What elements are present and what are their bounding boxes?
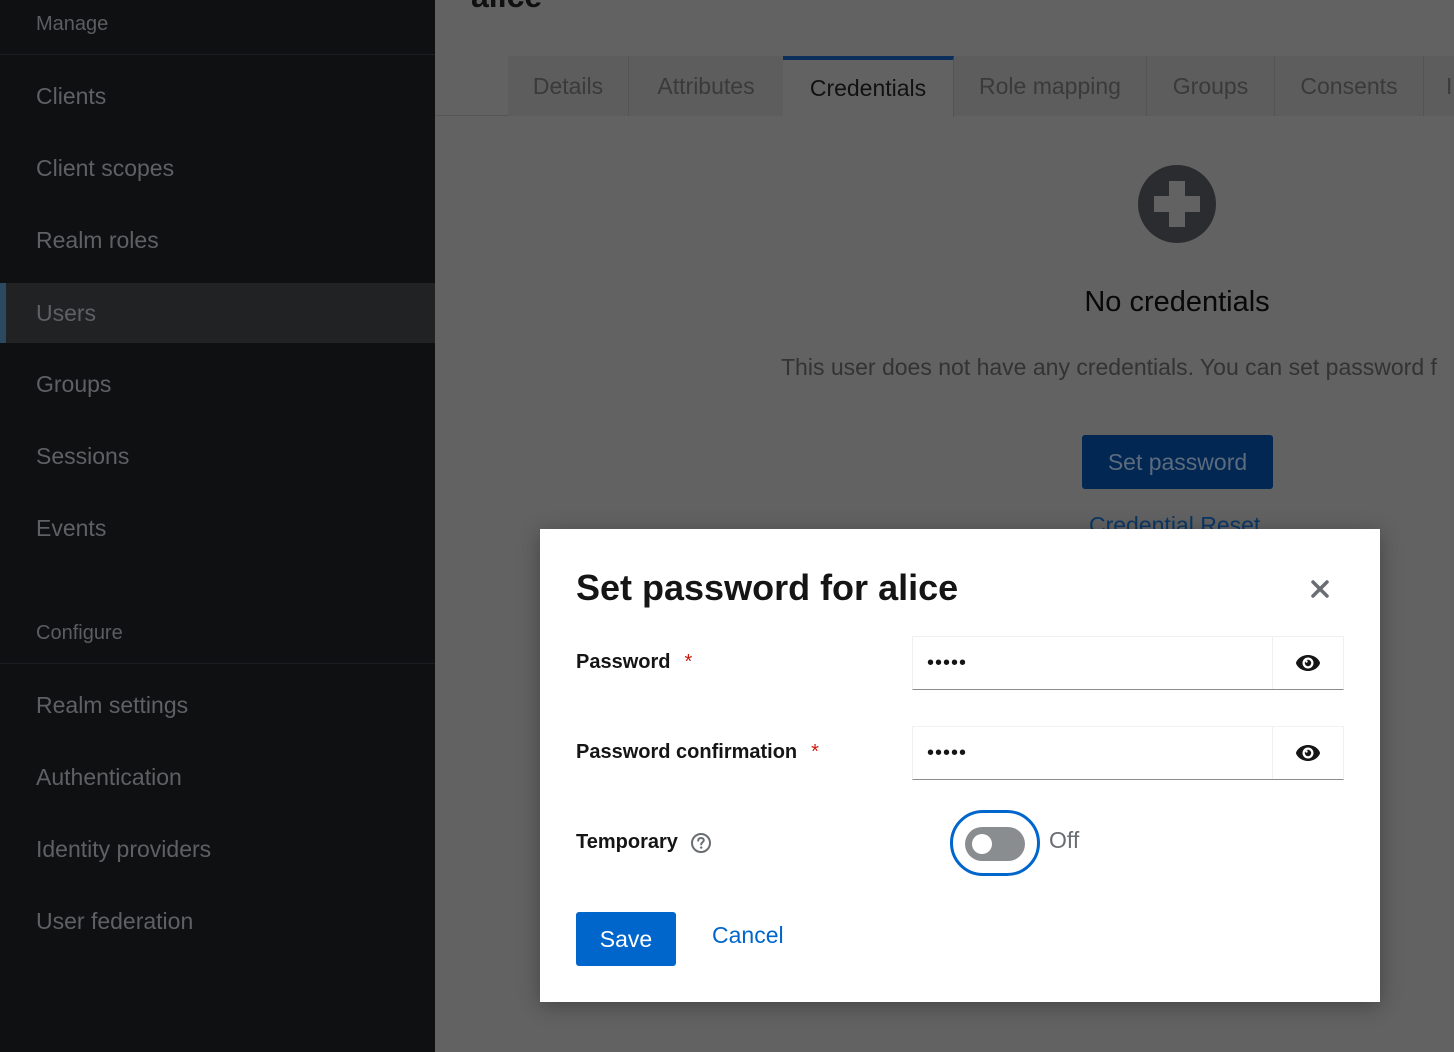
tab-credentials[interactable]: Credentials <box>783 56 954 117</box>
page-title: alice <box>471 0 542 15</box>
nav-section-configure: Configure <box>36 622 123 644</box>
nav-divider <box>0 54 435 55</box>
sidebar-item-realm-settings[interactable]: Realm settings <box>0 675 435 735</box>
sidebar-item-authentication[interactable]: Authentication <box>0 747 435 807</box>
tab-truncated[interactable]: I <box>1424 56 1454 116</box>
eye-icon <box>1296 745 1320 761</box>
nav-divider <box>0 663 435 664</box>
cancel-button[interactable]: Cancel <box>712 922 784 949</box>
sidebar-item-client-scopes[interactable]: Client scopes <box>0 138 435 198</box>
sidebar-item-users[interactable]: Users <box>0 283 435 343</box>
required-mark: * <box>684 651 693 673</box>
required-mark: * <box>811 741 819 763</box>
sidebar-item-events[interactable]: Events <box>0 498 435 558</box>
tab-consents[interactable]: Consents <box>1275 56 1424 116</box>
password-label-text: Password <box>576 651 671 673</box>
sidebar-item-groups[interactable]: Groups <box>0 354 435 414</box>
temporary-label-text: Temporary <box>576 831 678 853</box>
password-confirmation-input-group <box>912 726 1344 780</box>
sidebar: Manage Clients Client scopes Realm roles… <box>0 0 435 1052</box>
temporary-toggle[interactable] <box>950 810 1040 876</box>
tab-details[interactable]: Details <box>508 56 629 116</box>
empty-state-title: No credentials <box>1084 286 1270 318</box>
save-button[interactable]: Save <box>576 912 676 966</box>
modal-title: Set password for alice <box>576 567 959 608</box>
tab-attributes[interactable]: Attributes <box>629 56 784 116</box>
eye-icon <box>1296 655 1320 671</box>
temporary-label: Temporary <box>576 831 712 854</box>
tab-role-mapping[interactable]: Role mapping <box>954 56 1147 116</box>
sidebar-item-sessions[interactable]: Sessions <box>0 426 435 486</box>
tab-groups[interactable]: Groups <box>1147 56 1275 116</box>
sidebar-item-clients[interactable]: Clients <box>0 66 435 126</box>
temporary-toggle-state: Off <box>1049 827 1080 853</box>
sidebar-item-identity-providers[interactable]: Identity providers <box>0 819 435 879</box>
password-confirmation-input[interactable] <box>913 727 1272 779</box>
show-password-confirmation-button[interactable] <box>1272 727 1343 779</box>
close-icon <box>1311 580 1329 598</box>
close-button[interactable] <box>1308 577 1332 601</box>
password-input-group <box>912 636 1344 690</box>
password-confirmation-label: Password confirmation * <box>576 741 819 764</box>
set-password-button[interactable]: Set password <box>1082 435 1273 489</box>
nav-section-manage: Manage <box>36 13 109 35</box>
password-confirmation-label-text: Password confirmation <box>576 741 798 763</box>
sidebar-item-user-federation[interactable]: User federation <box>0 891 435 951</box>
user-tabs: Details Attributes Credentials Role mapp… <box>435 56 1454 117</box>
plus-circle-icon <box>1138 165 1216 243</box>
sidebar-item-realm-roles[interactable]: Realm roles <box>0 210 435 270</box>
show-password-button[interactable] <box>1272 637 1343 689</box>
empty-state-body: This user does not have any credentials.… <box>781 354 1437 380</box>
password-label: Password * <box>576 651 692 674</box>
toggle-knob <box>972 834 992 854</box>
toggle-track <box>965 827 1025 861</box>
password-input[interactable] <box>913 637 1272 689</box>
help-icon[interactable] <box>690 832 712 854</box>
set-password-modal: Set password for alice Password * Passwo… <box>540 529 1380 1002</box>
